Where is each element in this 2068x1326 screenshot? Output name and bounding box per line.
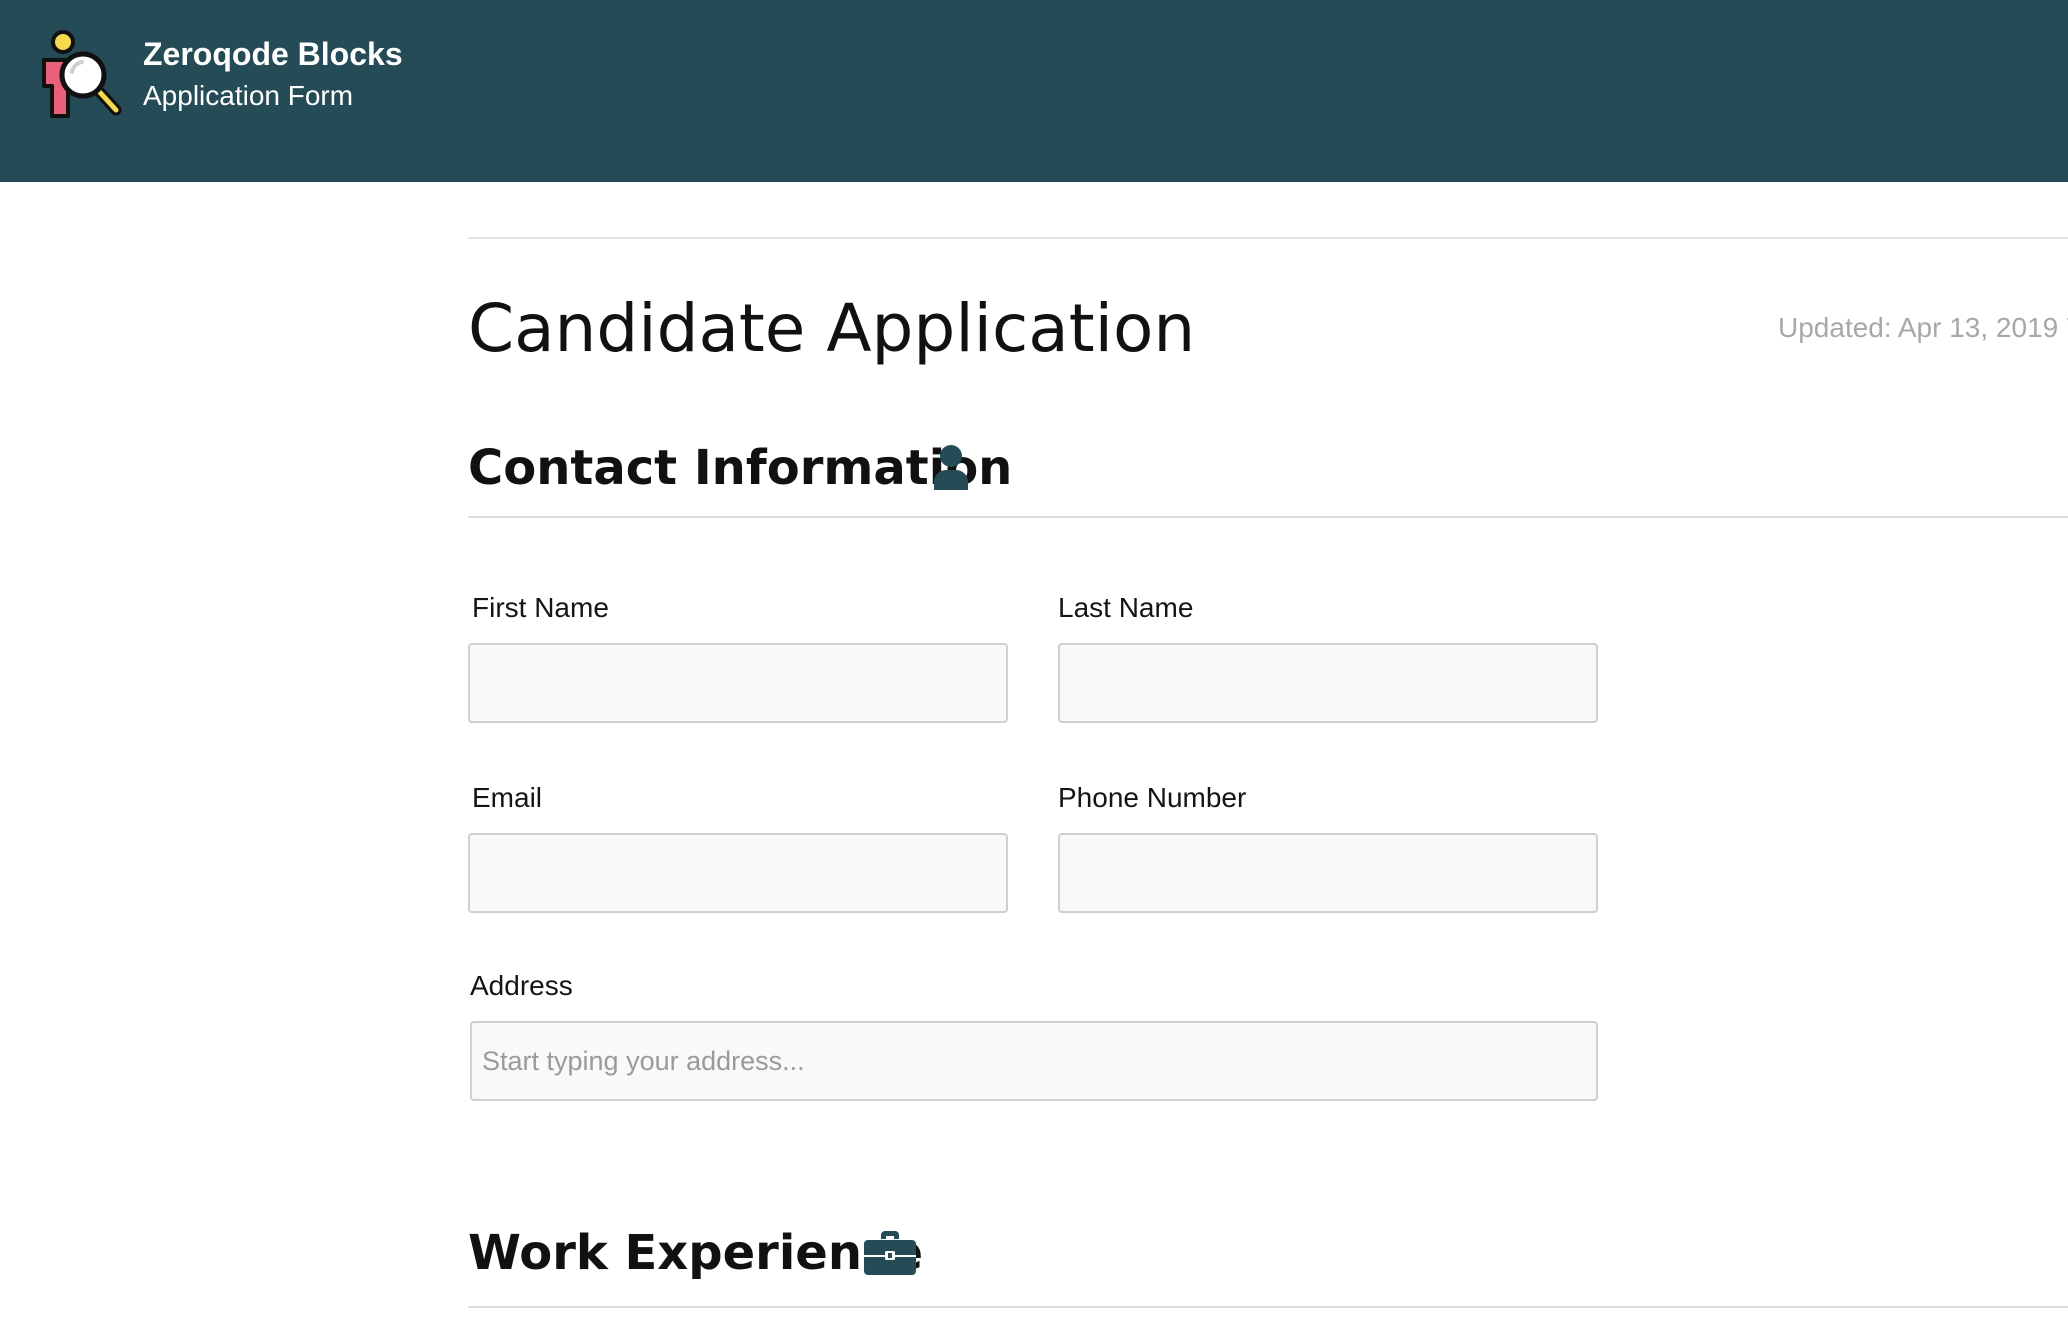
address-label: Address [470, 970, 573, 1001]
briefcase-icon [864, 1231, 916, 1275]
section-divider-contact [468, 516, 2068, 518]
brand-title: Zeroqode Blocks [143, 36, 403, 72]
section-divider-work [468, 1306, 2068, 1308]
page-title: Candidate Application [468, 290, 1196, 367]
updated-timestamp: Updated: Apr 13, 2019 7 [1778, 312, 2068, 343]
email-label: Email [472, 782, 543, 813]
user-icon [934, 445, 968, 490]
brand-subtitle: Application Form [143, 80, 354, 111]
section-title-contact: Contact Information [468, 440, 1013, 496]
app-header: Zeroqode Blocks Application Form [0, 0, 2068, 182]
last-name-label: Last Name [1058, 592, 1194, 623]
address-input[interactable] [470, 1021, 1598, 1101]
email-input[interactable] [468, 833, 1008, 913]
top-divider [468, 237, 2068, 239]
phone-number-input[interactable] [1058, 833, 1598, 913]
last-name-input[interactable] [1058, 643, 1598, 723]
section-title-work: Work Experience [468, 1225, 924, 1281]
phone-number-label: Phone Number [1058, 782, 1247, 813]
first-name-input[interactable] [468, 643, 1008, 723]
first-name-label: First Name [472, 592, 609, 623]
candidate-search-logo-icon [42, 30, 122, 118]
